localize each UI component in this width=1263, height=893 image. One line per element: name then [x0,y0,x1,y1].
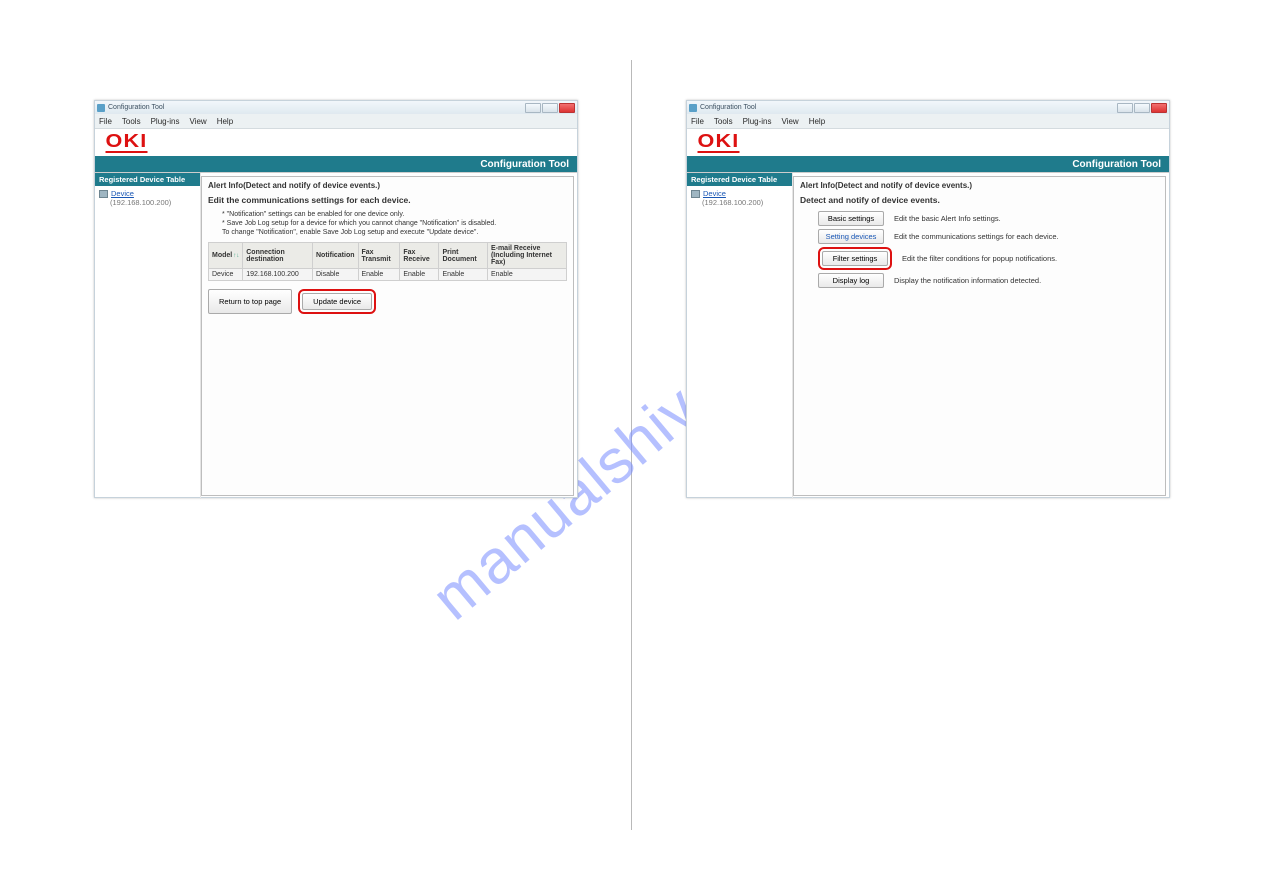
basic-settings-button[interactable]: Basic settings [818,211,884,226]
sidebar-header: Registered Device Table [687,173,792,186]
app-icon [97,104,105,112]
settings-table: Model↑↓ Connection destination Notificat… [208,242,567,281]
cell-faxrx: Enable [400,269,439,281]
update-device-button[interactable]: Update device [302,293,372,310]
option-desc: Edit the basic Alert Info settings. [894,214,1001,223]
device-tree: Device (192.168.100.200) [687,186,792,210]
breadcrumb: Alert Info(Detect and notify of device e… [800,181,1159,190]
return-button[interactable]: Return to top page [208,289,292,314]
close-button[interactable] [1151,103,1167,113]
device-ip: (192.168.100.200) [702,198,788,207]
menubar: File Tools Plug-ins View Help [95,114,577,129]
banner: OKI Configuration Tool [95,129,577,173]
menu-plugins[interactable]: Plug-ins [743,117,772,126]
device-icon [99,190,108,198]
maximize-button[interactable] [1134,103,1150,113]
device-icon [691,190,700,198]
window-title: Configuration Tool [108,104,164,111]
oki-logo: OKI [697,132,739,153]
display-log-button[interactable]: Display log [818,273,884,288]
sidebar: Registered Device Table Device (192.168.… [687,173,793,499]
cell-notif: Disable [313,269,359,281]
window-left: Configuration Tool File Tools Plug-ins V… [94,100,578,498]
option-desc: Display the notification information det… [894,276,1041,285]
cell-conn: 192.168.100.200 [243,269,313,281]
cell-model: Device [209,269,243,281]
option-desc: Edit the communications settings for eac… [894,232,1059,241]
col-notif[interactable]: Notification [313,243,359,269]
cell-faxtx: Enable [358,269,400,281]
panel-subtitle: Edit the communications settings for eac… [208,195,567,205]
main-panel: Alert Info(Detect and notify of device e… [793,176,1166,496]
menu-tools[interactable]: Tools [714,117,733,126]
menu-help[interactable]: Help [217,117,233,126]
oki-logo: OKI [105,132,147,153]
col-faxrx[interactable]: Fax Receive [400,243,439,269]
col-faxtx[interactable]: Fax Transmit [358,243,400,269]
app-icon [689,104,697,112]
menu-file[interactable]: File [99,117,112,126]
cell-email: Enable [487,269,566,281]
minimize-button[interactable] [525,103,541,113]
breadcrumb: Alert Info(Detect and notify of device e… [208,181,567,190]
maximize-button[interactable] [542,103,558,113]
note-line: * Save Job Log setup for a device for wh… [222,220,567,229]
highlight-filter: Filter settings [818,247,892,270]
app-name: Configuration Tool [1072,159,1161,170]
main-panel: Alert Info(Detect and notify of device e… [201,176,574,496]
option-desc: Edit the filter conditions for popup not… [902,254,1057,263]
panel-subtitle: Detect and notify of device events. [800,195,1159,205]
col-email[interactable]: E-mail Receive (Including Internet Fax) [487,243,566,269]
highlight-update: Update device [298,289,376,314]
titlebar: Configuration Tool [95,101,577,114]
option-display-log: Display log Display the notification inf… [818,273,1159,288]
note-line: To change "Notification", enable Save Jo… [222,229,567,238]
menu-file[interactable]: File [691,117,704,126]
menubar: File Tools Plug-ins View Help [687,114,1169,129]
page-divider [631,60,632,830]
note-line: * "Notification" settings can be enabled… [222,211,567,220]
col-conn[interactable]: Connection destination [243,243,313,269]
sidebar: Registered Device Table Device (192.168.… [95,173,201,499]
app-name: Configuration Tool [480,159,569,170]
notes: * "Notification" settings can be enabled… [222,211,567,237]
table-row[interactable]: Device 192.168.100.200 Disable Enable En… [209,269,567,281]
menu-help[interactable]: Help [809,117,825,126]
window-title: Configuration Tool [700,104,756,111]
sidebar-header: Registered Device Table [95,173,200,186]
titlebar: Configuration Tool [687,101,1169,114]
option-setting-devices: Setting devices Edit the communications … [818,229,1159,244]
sort-icon: ↑↓ [233,253,239,259]
close-button[interactable] [559,103,575,113]
minimize-button[interactable] [1117,103,1133,113]
filter-settings-button[interactable]: Filter settings [822,251,888,266]
menu-tools[interactable]: Tools [122,117,141,126]
banner: OKI Configuration Tool [687,129,1169,173]
setting-devices-button[interactable]: Setting devices [818,229,884,244]
col-model[interactable]: Model↑↓ [209,243,243,269]
device-ip: (192.168.100.200) [110,198,196,207]
menu-view[interactable]: View [781,117,798,126]
option-filter-settings: Filter settings Edit the filter conditio… [818,247,1159,270]
menu-plugins[interactable]: Plug-ins [151,117,180,126]
cell-print: Enable [439,269,487,281]
device-link[interactable]: Device [703,189,726,198]
device-link[interactable]: Device [111,189,134,198]
option-basic-settings: Basic settings Edit the basic Alert Info… [818,211,1159,226]
window-right: Configuration Tool File Tools Plug-ins V… [686,100,1170,498]
menu-view[interactable]: View [189,117,206,126]
device-tree: Device (192.168.100.200) [95,186,200,210]
col-print[interactable]: Print Document [439,243,487,269]
